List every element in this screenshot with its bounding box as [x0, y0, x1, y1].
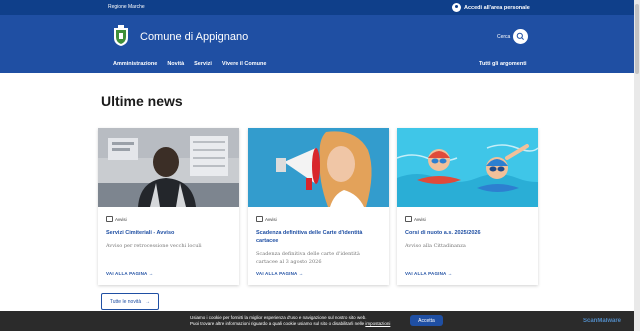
arrow-right-icon: →	[298, 271, 304, 276]
news-card-image[interactable]	[397, 128, 538, 207]
login-link[interactable]: Accedi all'area personale	[452, 3, 530, 12]
top-bar: Regione Marche Accedi all'area personale	[0, 0, 634, 15]
scrollbar-thumb[interactable]	[635, 4, 639, 74]
news-card-category: Avvisi	[256, 216, 277, 222]
category-label: Avvisi	[115, 216, 127, 222]
all-news-label: Tutte le novità	[109, 298, 142, 305]
cookie-text: Usiamo i cookie per fornirti la miglior …	[190, 315, 367, 320]
news-card[interactable]: Avvisi Scadenza definitiva delle Carte d…	[248, 128, 389, 285]
all-news-button[interactable]: Tutte le novità →	[101, 293, 159, 310]
news-card-link[interactable]: VAI ALLA PAGINA →	[405, 271, 453, 276]
nav-amministrazione[interactable]: Amministrazione	[113, 61, 157, 67]
nav-novita[interactable]: Novità	[167, 61, 184, 67]
calendar-icon	[106, 216, 113, 222]
section-title: Ultime news	[101, 93, 183, 109]
news-card-description: Scadenza definitiva delle carte d'identi…	[256, 251, 360, 265]
news-card-link-label: VAI ALLA PAGINA	[106, 271, 148, 276]
login-label: Accedi all'area personale	[464, 4, 530, 11]
category-label: Avvisi	[414, 216, 426, 222]
site-name[interactable]: Comune di Appignano	[140, 31, 248, 43]
news-card-category: Avvisi	[106, 216, 127, 222]
arrow-right-icon: →	[447, 271, 453, 276]
news-card-description: Avviso per retrocessione vecchi loculi	[106, 243, 202, 249]
nav-vivere-il-comune[interactable]: Vivere il Comune	[222, 61, 267, 67]
calendar-icon	[256, 216, 263, 222]
news-card-link[interactable]: VAI ALLA PAGINA →	[256, 271, 304, 276]
accept-cookies-button[interactable]: Accetta	[410, 315, 443, 326]
main-nav: Amministrazione Novità Servizi Vivere il…	[113, 61, 266, 67]
search-button[interactable]	[513, 29, 528, 44]
calendar-icon	[405, 216, 412, 222]
cookie-text-2: Puoi trovare altre informazioni riguardo…	[190, 321, 390, 326]
news-card-title[interactable]: Corsi di nuoto a.s. 2025/2026	[405, 229, 531, 237]
news-card[interactable]: Avvisi Corsi di nuoto a.s. 2025/2026 Avv…	[397, 128, 538, 285]
news-card-image[interactable]	[98, 128, 239, 207]
user-icon	[452, 3, 461, 12]
news-card-title[interactable]: Servizi Cimiteriali - Avviso	[106, 229, 232, 237]
news-card-title[interactable]: Scadenza definitiva delle Carte d'identi…	[256, 229, 382, 245]
search-icon	[516, 32, 524, 40]
search-label: Cerca	[497, 34, 511, 40]
nav-tutti-gli-argomenti[interactable]: Tutti gli argomenti	[479, 61, 527, 67]
cookie-settings-link[interactable]: impostazioni	[365, 321, 390, 326]
news-card-image[interactable]	[248, 128, 389, 207]
cookie-text-2-label: Puoi trovare altre informazioni riguardo…	[190, 321, 366, 326]
nav-servizi[interactable]: Servizi	[194, 61, 212, 67]
coat-of-arms-logo[interactable]	[113, 25, 129, 47]
arrow-right-icon: →	[148, 271, 154, 276]
site-header: Comune di Appignano Cerca Amministrazion…	[0, 15, 634, 73]
watermark: ScanMalware	[583, 318, 622, 324]
news-card-link-label: VAI ALLA PAGINA	[405, 271, 447, 276]
news-card-category: Avvisi	[405, 216, 426, 222]
news-card-link[interactable]: VAI ALLA PAGINA →	[106, 271, 154, 276]
news-card-link-label: VAI ALLA PAGINA	[256, 271, 298, 276]
arrow-right-icon: →	[145, 298, 151, 305]
cookie-banner: Usiamo i cookie per fornirti la miglior …	[0, 311, 634, 331]
region-link[interactable]: Regione Marche	[108, 4, 145, 10]
news-card-description: Avviso alla Cittadinanza	[405, 243, 466, 249]
news-card[interactable]: Avvisi Servizi Cimiteriali - Avviso Avvi…	[98, 128, 239, 285]
category-label: Avvisi	[265, 216, 277, 222]
scrollbar[interactable]	[634, 0, 640, 331]
